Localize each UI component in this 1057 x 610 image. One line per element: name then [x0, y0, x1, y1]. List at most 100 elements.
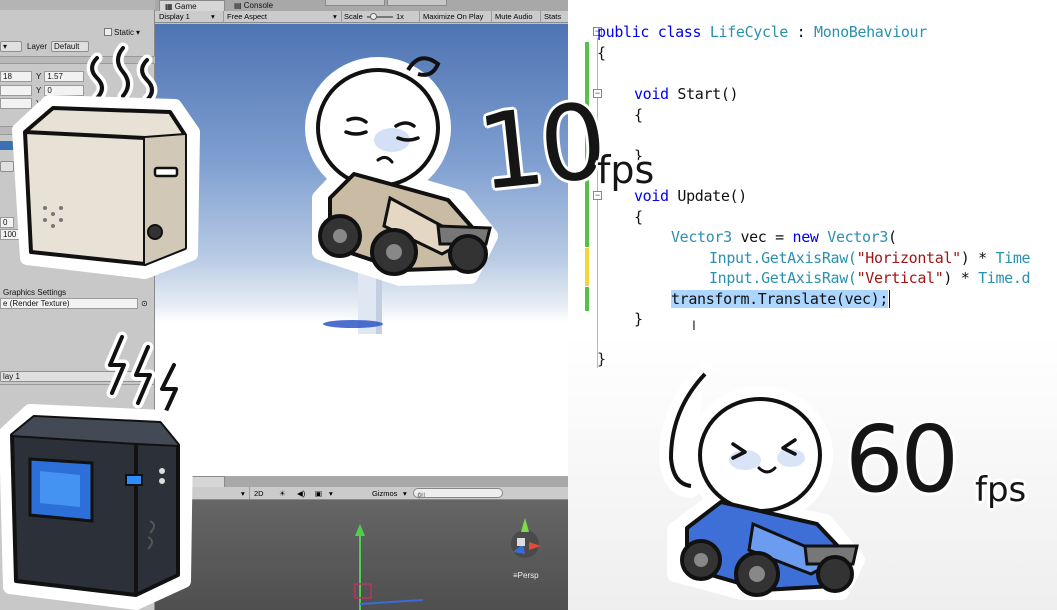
scene-search-input[interactable]: ⚲ All — [413, 488, 503, 500]
multiply-op: ) * — [943, 269, 979, 287]
change-indicator-green-2 — [585, 287, 589, 311]
scene-render — [354, 518, 541, 610]
type-time: Time — [995, 249, 1031, 267]
static-toggle[interactable]: Static ▾ — [104, 26, 140, 38]
call-getaxisraw: Input.GetAxisRaw( — [709, 249, 857, 267]
multiply-op: ) * — [960, 249, 996, 267]
gizmo-y-arrow[interactable] — [355, 524, 365, 536]
maximize-on-play-button[interactable]: Maximize On Play — [423, 12, 483, 22]
chevron-down-icon[interactable]: ▾ — [329, 489, 333, 498]
fast-kart-character-sticker — [658, 362, 865, 600]
mouse-ibeam-cursor-icon: I — [692, 317, 696, 333]
change-indicator-yellow — [585, 248, 589, 286]
audio-icon[interactable]: ◀) — [297, 489, 305, 498]
gizmo-plane-handle[interactable] — [354, 583, 372, 599]
keyword-public-class: public class — [597, 23, 702, 41]
selected-translate-call[interactable]: transform.Translate(vec); — [671, 290, 888, 308]
tab-game[interactable]: ▦ Game — [159, 0, 225, 11]
scale-slider-thumb[interactable] — [370, 13, 377, 20]
method-update: Update() — [668, 187, 747, 205]
class-name: LifeCycle — [709, 23, 788, 41]
inspector-top-bar — [0, 0, 155, 10]
scale-value: 1x — [396, 12, 404, 21]
chevron-down-icon[interactable]: ▾ — [403, 489, 407, 498]
tab-game-label: Game — [174, 2, 197, 11]
persp-label[interactable]: ≡Persp — [513, 571, 539, 580]
scene-viewport[interactable]: ≡Persp — [155, 500, 568, 610]
string-horizontal: "Horizontal" — [856, 249, 962, 267]
static-checkbox[interactable] — [104, 28, 112, 36]
game-tab-strip: ▦ Game ▤ Console — [155, 0, 568, 11]
open-paren: ( — [888, 228, 897, 246]
toolbar-divider — [249, 487, 250, 499]
lighting-icon[interactable]: ☀ — [279, 489, 286, 498]
toolbar-button-remnant-2[interactable] — [387, 0, 447, 6]
gizmo-z-axis[interactable] — [359, 599, 424, 605]
display-dropdown[interactable]: Display 1 — [159, 12, 190, 22]
game-tab-icon: ▦ — [165, 2, 175, 11]
static-label: Static — [114, 27, 135, 37]
console-tab-icon: ▤ — [234, 1, 244, 10]
gizmos-dropdown[interactable]: Gizmos — [372, 489, 397, 498]
base-class-name: MonoBehaviour — [814, 23, 927, 41]
code-line-start-open: { — [634, 106, 643, 124]
game-toolbar: Display 1 ▾ Free Aspect ▾ Scale 1x Maxim… — [155, 11, 568, 23]
slow-kart-character-sticker — [305, 56, 498, 286]
scene-search-placeholder: All — [417, 491, 426, 500]
code-line-update-close: } — [634, 310, 643, 328]
code-line-class-close: } — [597, 350, 606, 368]
code-line-translate[interactable]: transform.Translate(vec); — [671, 290, 891, 308]
stats-button[interactable]: Stats — [544, 12, 561, 22]
fast-computer-sticker — [0, 331, 193, 610]
tab-console-label: Console — [243, 1, 274, 10]
scene-tab-strip: ne — [155, 476, 568, 487]
method-start: Start() — [668, 85, 739, 103]
code-line-update-open: { — [634, 208, 643, 226]
fps-high-number: 60 — [845, 406, 959, 513]
vec-assign: vec = — [731, 228, 793, 246]
target-texture-row: e (Render Texture) ⊙ — [0, 297, 155, 309]
orientation-gizmo-center[interactable] — [517, 538, 525, 546]
fps-high-unit: fps — [975, 470, 1027, 510]
type-vector3: Vector3 — [671, 228, 732, 246]
string-vertical: "Vertical" — [856, 269, 944, 287]
slow-computer-sticker — [12, 42, 200, 279]
tab-console[interactable]: ▤ Console — [229, 0, 309, 11]
sad-face — [316, 68, 440, 188]
fps-low-number: 10 — [471, 79, 609, 215]
code-line-open-class: { — [597, 44, 606, 62]
code-line-vec: Vector3 vec = new Vector3( — [671, 228, 897, 246]
cube-shadow — [323, 320, 383, 328]
screen: Static ▾ ▾ Layer Default 18 Y 1.57 Y 0 Y… — [0, 0, 1057, 610]
call-getaxisraw: Input.GetAxisRaw( — [709, 269, 857, 287]
chevron-down-icon[interactable]: ▾ — [136, 28, 140, 37]
persp-label-text: Persp — [517, 571, 539, 580]
toolbar-divider — [419, 11, 420, 23]
text-caret — [889, 290, 891, 308]
object-picker-icon[interactable]: ⊙ — [141, 299, 148, 308]
code-line-class: public class LifeCycle : MonoBehaviour — [597, 23, 927, 41]
orientation-gizmo-y[interactable] — [521, 518, 529, 532]
toolbar-divider — [540, 11, 541, 23]
toolbar-button-remnant[interactable] — [325, 0, 385, 6]
chevron-down-icon[interactable]: ▾ — [211, 12, 215, 22]
inheritance-separator: : — [788, 23, 815, 41]
scene-panel: ne d ▾ 2D ☀ ◀) ▣ ▾ Gizmos ▾ ⚲All — [155, 476, 568, 610]
chevron-down-icon[interactable]: ▾ — [333, 12, 337, 22]
scene-toolbar: d ▾ 2D ☀ ◀) ▣ ▾ Gizmos ▾ ⚲All — [155, 487, 568, 500]
code-line-input-horizontal: Input.GetAxisRaw("Horizontal") * Time — [709, 249, 1031, 267]
target-texture-field[interactable]: e (Render Texture) — [0, 297, 138, 309]
effects-icon[interactable]: ▣ — [315, 489, 322, 498]
aspect-dropdown[interactable]: Free Aspect — [227, 12, 267, 22]
fps-low-unit: fps — [597, 148, 655, 192]
toolbar-divider — [223, 11, 224, 23]
code-line-input-vertical: Input.GetAxisRaw("Vertical") * Time.d — [709, 269, 1031, 287]
type-vector3-ctor: Vector3 — [827, 228, 889, 246]
code-line-start: void Start() — [634, 85, 739, 103]
2d-toggle[interactable]: 2D — [254, 489, 264, 498]
scale-label: Scale — [344, 12, 363, 21]
graphics-settings-label[interactable]: Graphics Settings — [0, 288, 66, 297]
type-time-deltatime: Time.d — [978, 269, 1031, 287]
mute-audio-button[interactable]: Mute Audio — [495, 12, 533, 22]
chevron-down-icon[interactable]: ▾ — [241, 489, 245, 498]
